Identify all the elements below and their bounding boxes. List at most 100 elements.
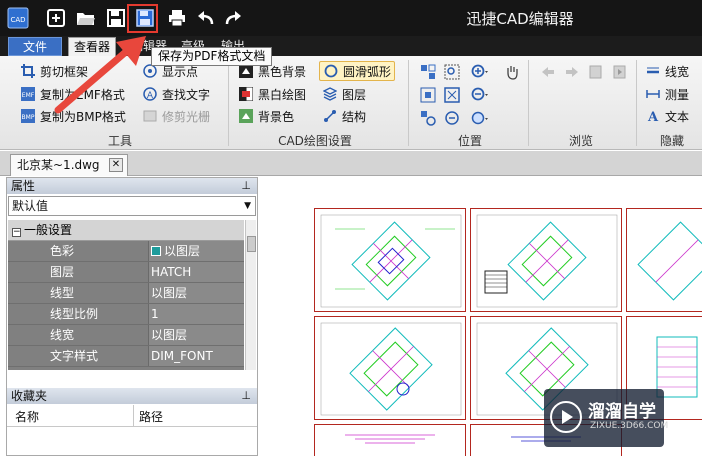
crop-icon [20,63,36,79]
line-width-icon [645,63,661,79]
browse-forward-button[interactable] [562,62,582,82]
page-icon [589,65,602,79]
favorites-columns: 名称 路径 [7,405,257,427]
property-row[interactable]: 图层 HATCH [8,262,244,283]
text-icon: A [645,108,661,124]
zoom-realtime-button[interactable] [470,108,490,128]
save-icon [107,9,125,27]
zoom-realtime-icon [471,111,488,125]
zoom-out-button[interactable] [470,85,490,105]
find-text-button[interactable]: A 查找文字 [142,84,210,104]
property-row[interactable]: 线宽 以图层 [8,325,244,346]
arrow-right-icon [566,67,578,77]
new-file-button[interactable] [44,6,68,30]
pan-hand-button[interactable] [502,62,522,82]
column-header-path[interactable]: 路径 [139,408,163,425]
smooth-arc-icon [323,63,339,79]
trim-raster-button[interactable]: 修剪光栅 [142,106,210,126]
property-category[interactable]: − 一般设置 [8,220,244,241]
tooltip: 保存为PDF格式文档 [151,47,273,66]
group-separator [228,60,229,146]
redo-button[interactable] [221,6,245,30]
drawing-sheet [314,208,466,312]
zoom-out-icon [471,87,488,101]
measure-icon [645,86,661,102]
collapse-icon[interactable]: − [12,228,21,237]
group-label-cad-settings: CAD绘图设置 [278,134,352,148]
zoom-in-button[interactable] [470,62,490,82]
browse-page-button[interactable] [586,62,606,82]
group-label-browse: 浏览 [568,134,593,148]
pin-icon[interactable]: ⊥ [241,178,251,194]
background-color-icon [238,108,254,124]
zoom-in-icon [471,64,488,78]
undo-button[interactable] [194,6,218,30]
smooth-arc-button[interactable]: 圆滑弧形 [319,61,396,81]
property-row[interactable]: 线型 以图层 [8,283,244,304]
drawing-sheet [470,208,622,312]
fit-icon [420,87,436,103]
zoom-window-icon [444,64,460,80]
zoom-all-button[interactable] [418,108,438,128]
open-folder-icon [77,13,95,25]
property-grid: − 一般设置 色彩 以图层 图层 HATCH 线型 以图层 线型比例 1 线宽 以… [8,220,244,370]
group-separator [636,60,637,146]
zoom-window-button[interactable] [442,62,462,82]
black-white-drawing-button[interactable]: 黑白绘图 [238,84,306,104]
annotation-arrow [54,36,146,114]
zoom-previous-button[interactable] [442,108,462,128]
property-row[interactable]: 线型比例 1 [8,304,244,325]
open-button[interactable] [74,6,98,30]
pan-left-button[interactable] [418,62,438,82]
color-swatch [151,246,161,256]
arrow-left-icon [542,67,554,77]
document-tab[interactable]: 北京某~1.dwg ✕ [10,154,128,176]
property-row[interactable]: 文字样式 DIM_FONT [8,346,244,367]
drawing-sheet [626,208,702,312]
group-label-hide: 隐藏 [659,134,684,148]
browse-back-button[interactable] [538,62,558,82]
watermark-url: ZIXUE.3D66.COM [590,421,669,431]
structure-icon [322,108,338,124]
left-panel: 属性 ⊥ 默认值 ▼ − 一般设置 色彩 以图层 图层 HATCH 线型 以图层 … [6,177,258,456]
emf-icon: EMF [20,86,36,102]
measure-button[interactable]: 测量 [645,84,689,104]
save-button[interactable] [104,6,128,30]
black-white-icon [238,86,254,102]
properties-scrollbar[interactable] [245,220,256,370]
app-logo[interactable]: CAD [6,6,30,30]
chevron-down-icon: ▼ [244,201,251,211]
print-icon [169,10,185,27]
scrollbar-thumb[interactable] [247,236,256,252]
drawing-sheet [314,424,466,456]
group-label-position: 位置 [457,134,482,148]
browse-page-next-button[interactable] [610,62,630,82]
structure-button[interactable]: 结构 [322,106,366,126]
zoom-previous-icon [445,111,459,125]
group-label-tools: 工具 [107,134,132,148]
svg-text:BMP: BMP [22,114,35,121]
print-button[interactable] [165,6,189,30]
redo-icon [225,11,241,25]
bmp-icon: BMP [20,108,36,124]
new-file-icon [47,9,65,27]
page-next-icon [613,65,626,79]
document-tab-bar: 北京某~1.dwg ✕ [0,151,702,176]
properties-dropdown[interactable]: 默认值 ▼ [8,196,256,216]
extents-icon [444,87,460,103]
hand-icon [507,66,518,80]
close-tab-button[interactable]: ✕ [109,158,123,172]
text-button[interactable]: A 文本 [645,106,689,126]
column-header-name[interactable]: 名称 [15,408,39,425]
fit-button[interactable] [418,85,438,105]
extents-button[interactable] [442,85,462,105]
column-divider [133,405,134,427]
layers-button[interactable]: 图层 [322,84,366,104]
svg-text:EMF: EMF [22,92,35,99]
line-width-button[interactable]: 线宽 [645,61,689,81]
group-separator [528,60,529,146]
app-title: 迅捷CAD编辑器 [466,10,574,28]
property-row[interactable]: 色彩 以图层 [8,241,244,262]
background-color-button[interactable]: 背景色 [238,106,294,126]
pin-icon[interactable]: ⊥ [241,388,251,404]
